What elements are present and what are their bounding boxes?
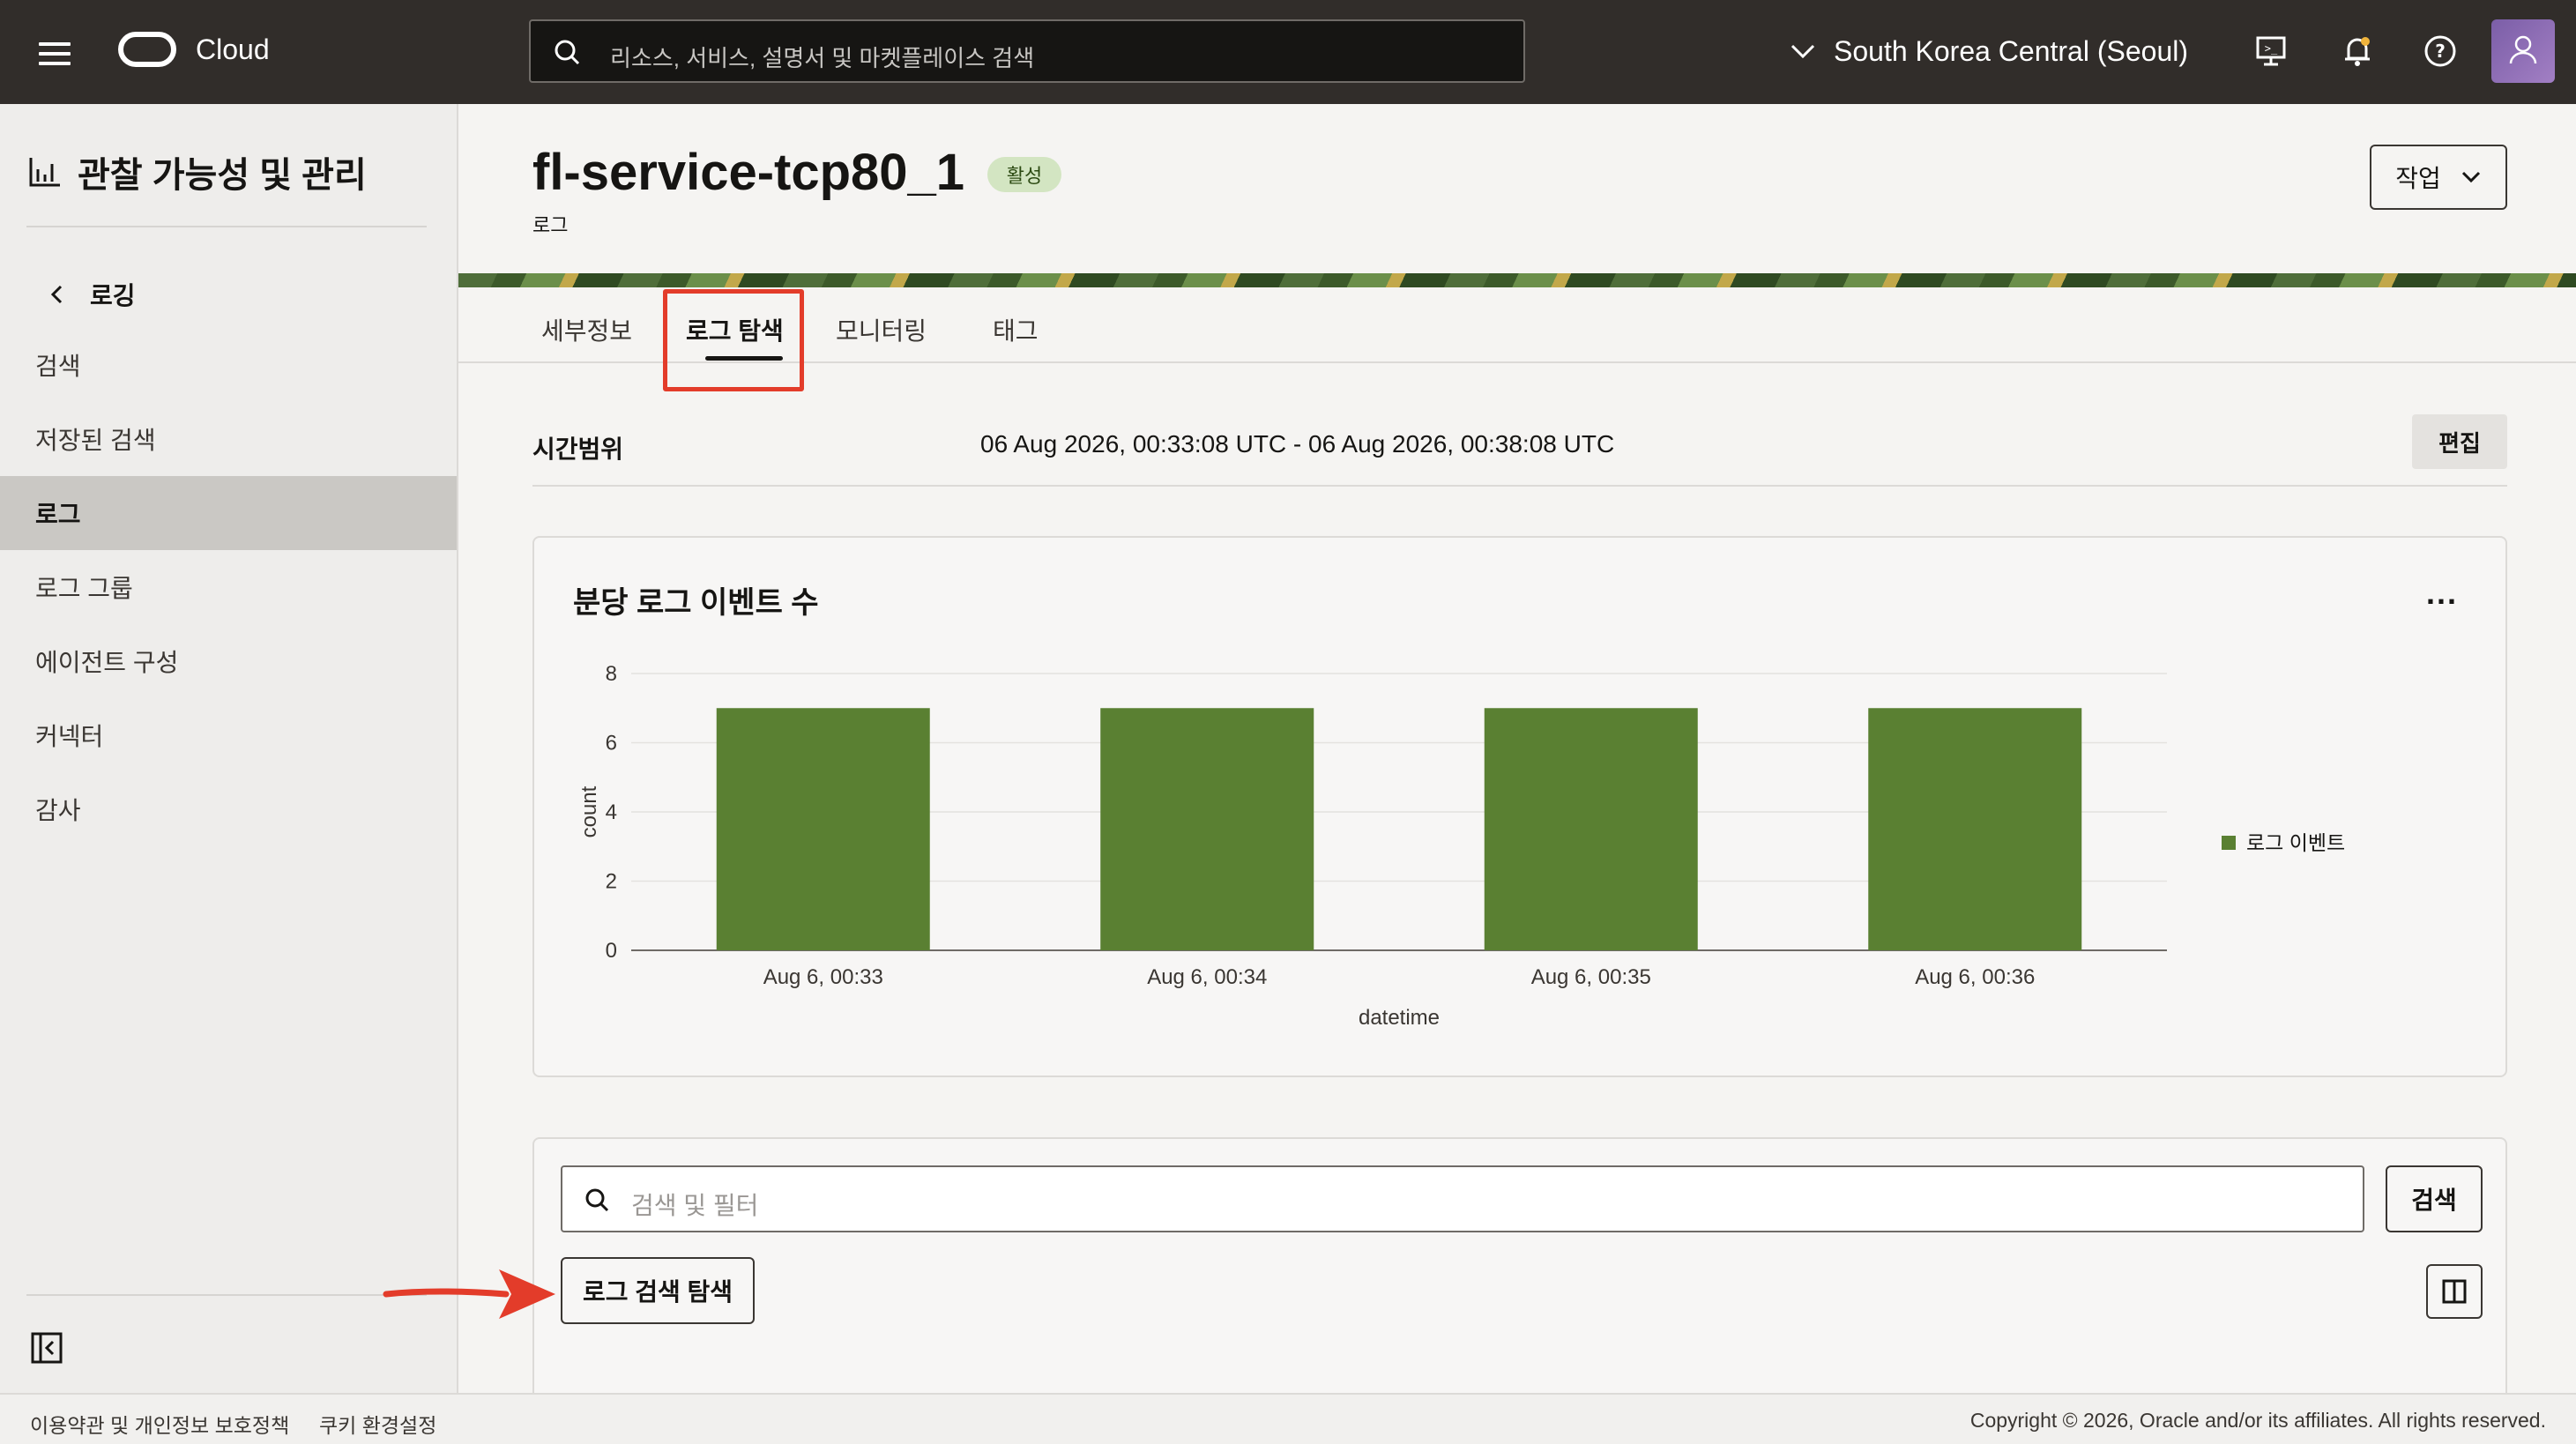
brand-name[interactable]: Cloud [196,33,270,66]
sidebar-item-label: 에이전트 구성 [35,649,179,676]
sidebar-back-link[interactable]: 로깅 [49,277,136,312]
time-range-label: 시간범위 [532,435,624,463]
edit-time-range-button[interactable]: 편집 [2412,414,2507,469]
y-tick-label: 0 [606,939,617,963]
search-icon [555,40,580,65]
actions-menu-button[interactable]: 작업 [2370,145,2507,210]
actions-label: 작업 [2395,165,2441,192]
sidebar-item-saved-search[interactable]: 저장된 검색 [0,402,457,476]
sidebar-title-text: 관찰 가능성 및 관리 [78,156,367,195]
search-filter-placeholder: 검색 및 필터 [631,1192,759,1219]
search-icon [585,1188,609,1212]
chart-card: 분당 로그 이벤트 수 ... 0 2 4 6 8 Aug 6, 00:33 Aug 6, … [532,536,2507,1077]
y-tick-label: 2 [606,870,617,894]
sidebar-item-audit[interactable]: 감사 [0,772,457,846]
legend-label: 로그 이벤트 [2246,831,2345,854]
chevron-left-icon [50,285,63,304]
oracle-logo-icon[interactable] [118,32,176,67]
observability-chart-icon [29,158,60,187]
top-header: Cloud 리소스, 서비스, 설명서 및 마켓플레이스 검색 South Ko… [0,0,2576,104]
sidebar-item-search[interactable]: 검색 [0,328,457,402]
copyright-text: Copyright © 2026, Oracle and/or its affi… [1969,1409,2546,1432]
region-selector[interactable]: South Korea Central (Seoul) [1790,32,2188,71]
y-axis-title: count [577,785,601,837]
y-tick-label: 8 [606,662,617,686]
y-tick-label: 4 [606,800,617,824]
developer-tools-icon[interactable]: >_ [2253,33,2289,69]
bar-chart: 0 2 4 6 8 Aug 6, 00:33 Aug 6, 00:34 Aug 6, 00:3… [577,662,2345,1030]
tab-details[interactable]: 세부정보 [541,312,632,347]
svg-text:?: ? [2435,41,2446,62]
global-search-input[interactable]: 리소스, 서비스, 설명서 및 마켓플레이스 검색 [529,19,1525,83]
sidebar-title: 관찰 가능성 및 관리 [28,146,367,197]
x-tick-label: Aug 6, 00:35 [1531,965,1651,989]
sidebar-bottom-divider [26,1294,427,1296]
x-tick-label: Aug 6, 00:36 [1915,965,2035,989]
x-tick-label: Aug 6, 00:33 [763,965,883,989]
bar [1484,708,1698,950]
sidebar-item-label: 검색 [35,353,81,380]
chevron-down-icon [2461,171,2480,183]
tab-monitoring[interactable]: 모니터링 [836,312,927,347]
menu-icon[interactable] [39,42,71,65]
sidebar-item-connectors[interactable]: 커넥터 [0,698,457,772]
x-tick-label: Aug 6, 00:34 [1147,965,1267,989]
region-name: South Korea Central (Seoul) [1834,34,2188,67]
sidebar-item-label: 감사 [35,797,81,824]
collapse-sidebar-icon[interactable] [30,1331,63,1365]
columns-icon [2442,1279,2467,1304]
tab-tags[interactable]: 태그 [993,312,1039,347]
decorative-banner [458,273,2576,287]
bar [716,708,930,950]
x-axis-title: datetime [1359,1006,1440,1030]
sidebar-item-log-groups[interactable]: 로그 그룹 [0,550,457,624]
search-filter-input[interactable]: 검색 및 필터 [561,1165,2364,1232]
page-title: fl-service-tcp80_1 [532,144,965,201]
sidebar-back-label: 로깅 [90,282,136,309]
explore-log-search-button[interactable]: 로그 검색 탐색 [561,1257,755,1324]
annotation-highlight-box [663,289,804,391]
log-search-card: 검색 및 필터 검색 로그 검색 탐색 [532,1137,2507,1428]
global-search-placeholder: 리소스, 서비스, 설명서 및 마켓플레이스 검색 [610,45,1035,71]
time-range-divider [532,485,2507,487]
bar [1868,708,2082,950]
status-badge: 활성 [987,157,1061,192]
user-avatar[interactable] [2491,19,2555,83]
search-button[interactable]: 검색 [2386,1165,2483,1232]
resource-type-label: 로그 [532,214,569,236]
column-layout-button[interactable] [2426,1264,2483,1319]
chevron-down-icon [1791,44,1815,59]
page-footer: 이용약관 및 개인정보 보호정책 쿠키 환경설정 Copyright © 202… [0,1393,2576,1444]
annotation-arrow-icon [383,1269,555,1319]
sidebar-item-label: 로그 그룹 [35,575,133,602]
user-icon [2509,35,2537,64]
bar [1100,708,1314,950]
sidebar-divider [26,226,427,227]
sidebar-item-logs[interactable]: 로그 [0,476,457,550]
terms-privacy-link[interactable]: 이용약관 및 개인정보 보호정책 [30,1409,289,1439]
cookie-preferences-link[interactable]: 쿠키 환경설정 [319,1409,436,1439]
svg-text:>_: >_ [2265,42,2278,55]
help-icon[interactable]: ? [2423,33,2458,69]
legend-swatch [2222,836,2236,850]
notification-bell-icon[interactable] [2340,33,2375,69]
time-range-value: 06 Aug 2026, 00:33:08 UTC - 06 Aug 2026,… [980,430,1615,458]
sidebar-item-agent-config[interactable]: 에이전트 구성 [0,624,457,698]
sidebar-item-label: 로그 [35,501,81,528]
sidebar-item-label: 커넥터 [35,723,104,750]
sidebar-item-label: 저장된 검색 [35,427,156,454]
sidebar: 관찰 가능성 및 관리 로깅 검색 저장된 검색 로그 로그 그룹 에이전트 구… [0,104,458,1393]
y-tick-label: 6 [606,732,617,755]
